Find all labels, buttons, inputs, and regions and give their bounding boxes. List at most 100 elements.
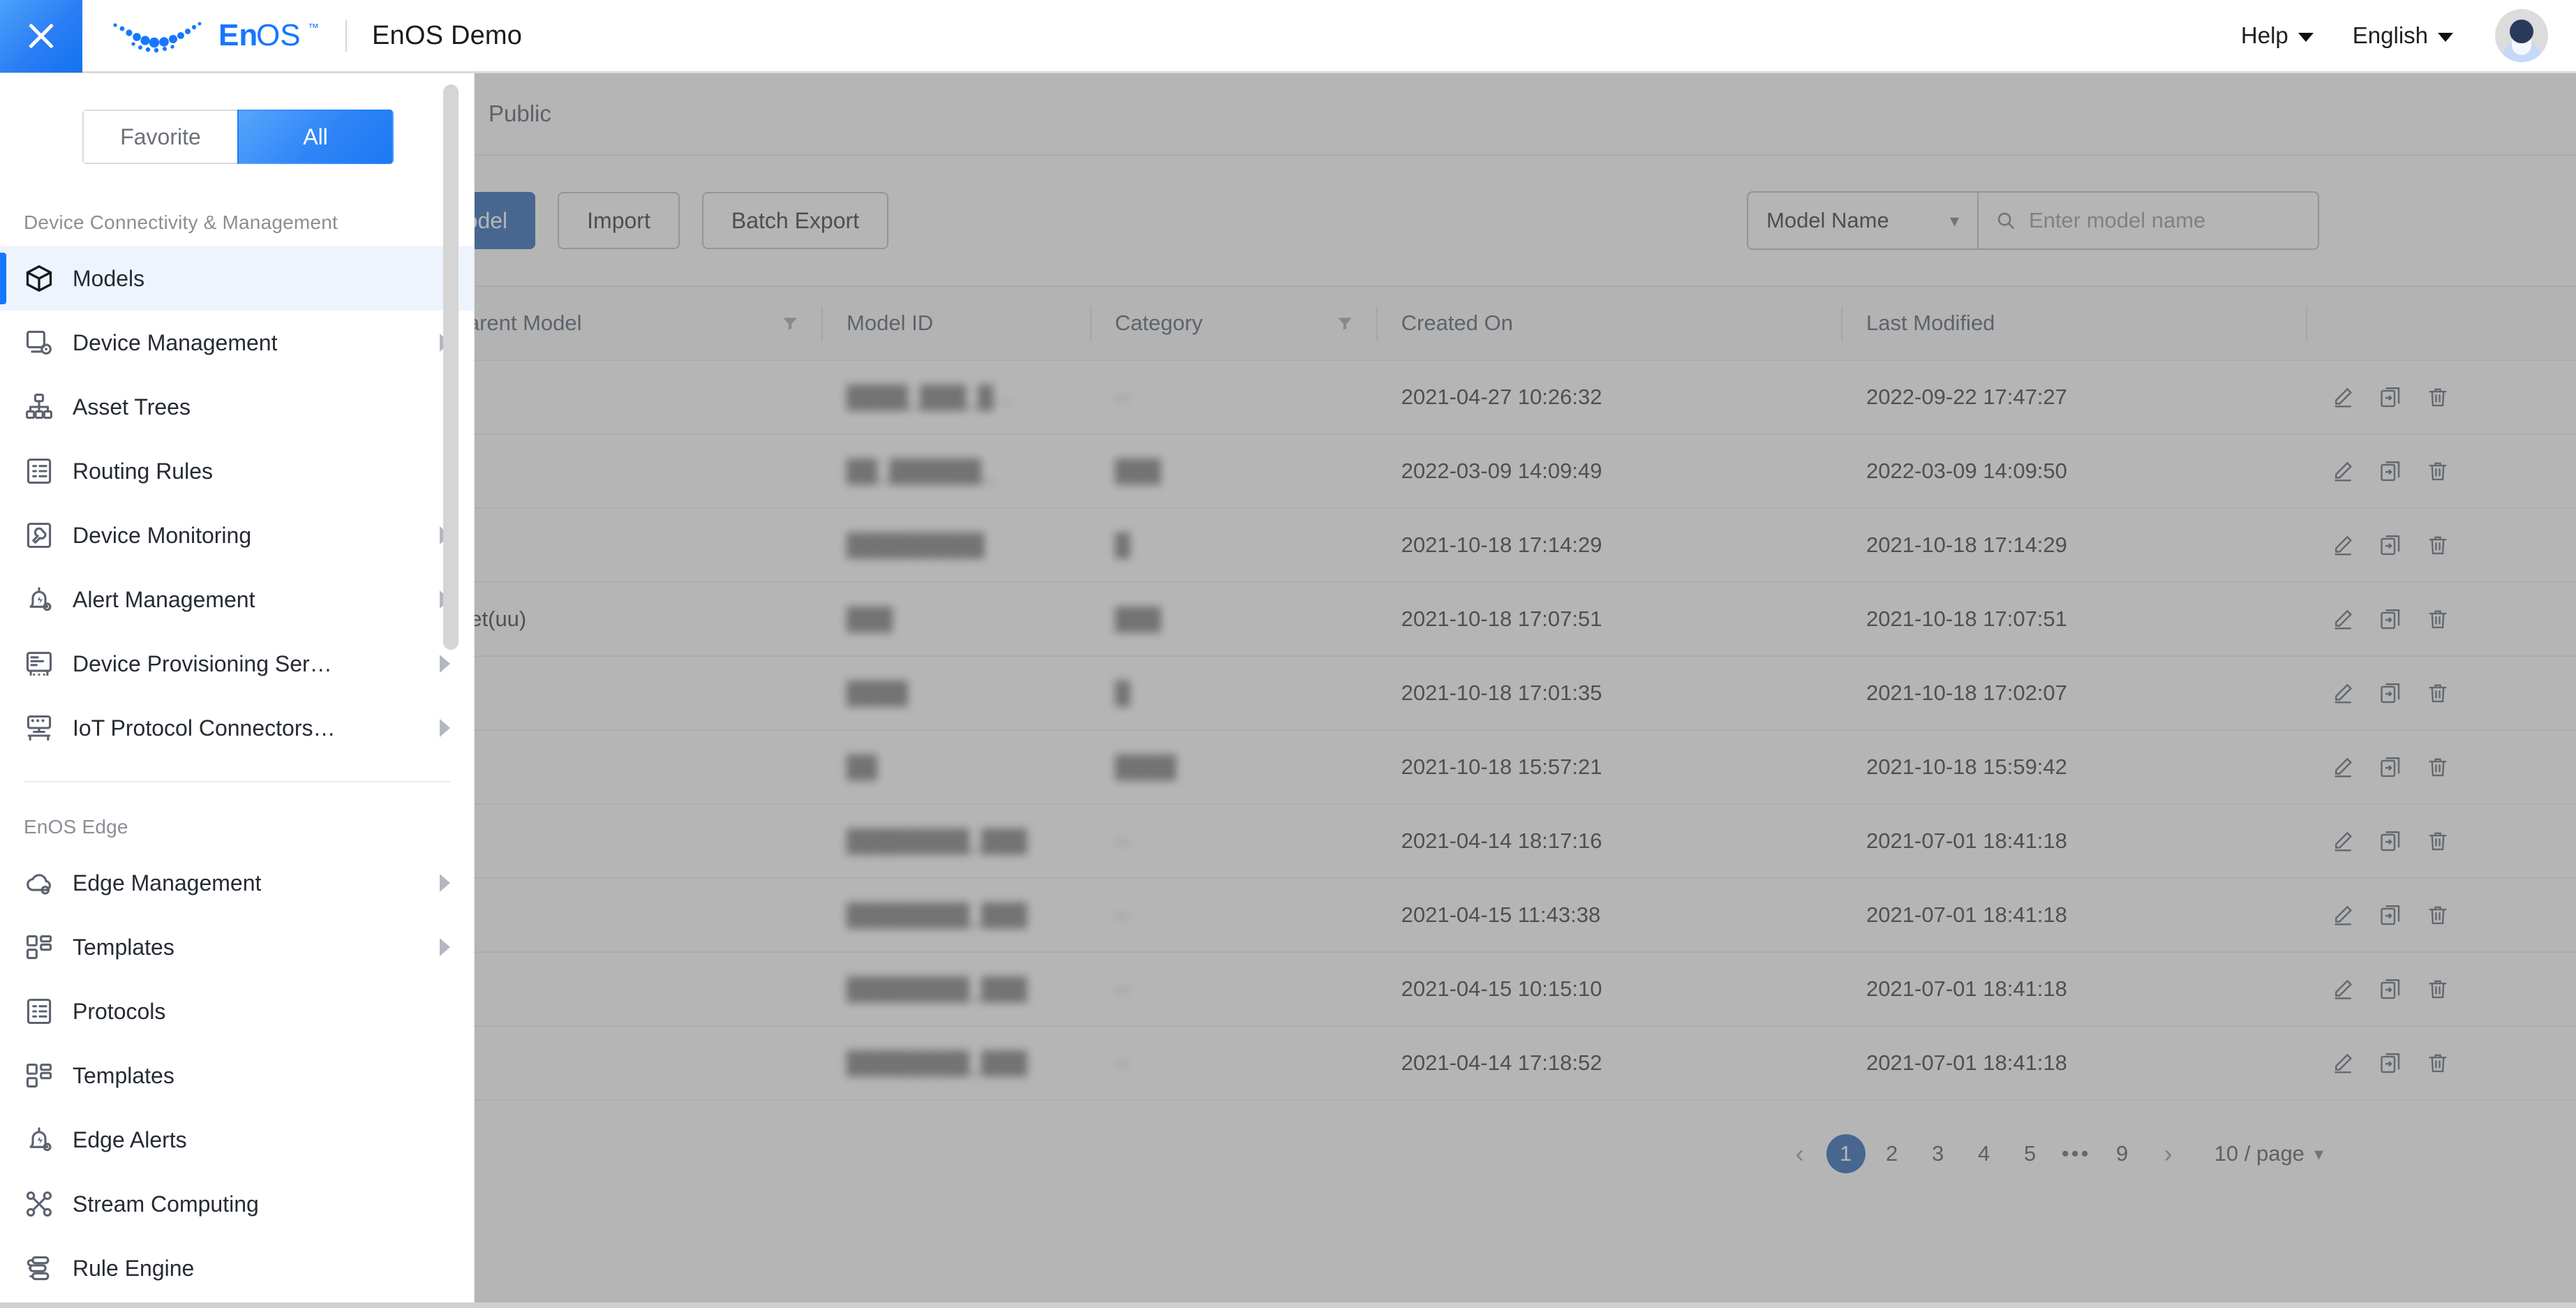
filter-icon[interactable] <box>1336 314 1354 332</box>
search-field-select[interactable]: Model Name ▾ <box>1747 191 1977 250</box>
delete-icon[interactable] <box>2426 459 2450 483</box>
sidebar-item-rule-engine[interactable]: Rule Engine <box>0 1236 474 1300</box>
edit-icon[interactable] <box>2331 1051 2355 1075</box>
duplicate-icon[interactable] <box>2378 459 2402 483</box>
redacted-value: -- <box>1115 976 1130 1001</box>
cell-parent-model: -- <box>429 878 824 953</box>
language-menu[interactable]: English <box>2333 22 2473 49</box>
sidebar-item-alert-management[interactable]: Alert Management <box>0 567 474 632</box>
sidebar-item-device-management[interactable]: Device Management <box>0 311 474 375</box>
cloud-gear-icon <box>24 868 54 898</box>
sidebar-item-edge-management[interactable]: Edge Management <box>0 851 474 915</box>
tab-public[interactable]: Public <box>489 101 551 127</box>
duplicate-icon[interactable] <box>2378 977 2402 1001</box>
page-button-5[interactable]: 5 <box>2011 1134 2050 1173</box>
edit-icon[interactable] <box>2331 755 2355 779</box>
tenant-name: EnOS Demo <box>372 20 523 50</box>
delete-icon[interactable] <box>2426 607 2450 631</box>
delete-icon[interactable] <box>2426 385 2450 409</box>
cell-category: █ <box>1091 656 1378 731</box>
cell-model-id: ████████_███ <box>823 1026 1092 1101</box>
delete-icon[interactable] <box>2426 903 2450 927</box>
page-button-2[interactable]: 2 <box>1873 1134 1912 1173</box>
batch-export-button[interactable]: Batch Export <box>701 192 889 249</box>
duplicate-icon[interactable] <box>2378 533 2402 557</box>
sidebar-item-device-monitoring[interactable]: Device Monitoring <box>0 503 474 567</box>
avatar[interactable] <box>2495 9 2548 62</box>
sidebar-item-models[interactable]: Models <box>0 246 474 311</box>
search-input-wrapper[interactable]: Enter model name <box>1977 191 2319 250</box>
duplicate-icon[interactable] <box>2378 385 2402 409</box>
sidebar-item-device-provisioning-ser[interactable]: Device Provisioning Ser… <box>0 632 474 696</box>
sidebar-item-protocols[interactable]: Protocols <box>0 979 474 1043</box>
sidebar-item-edge-alerts[interactable]: Edge Alerts <box>0 1108 474 1172</box>
edit-icon[interactable] <box>2331 829 2355 853</box>
delete-icon[interactable] <box>2426 829 2450 853</box>
chevron-down-icon <box>2438 32 2453 42</box>
sidebar-item-label: Protocols <box>73 998 166 1024</box>
page-size-select[interactable]: 10 / page ▾ <box>2214 1141 2323 1166</box>
redacted-value: ████ <box>1115 755 1177 779</box>
cell-created-on: 2021-10-18 17:01:35 <box>1377 656 1843 731</box>
page-ellipsis[interactable]: ••• <box>2057 1134 2096 1173</box>
next-page-button[interactable]: › <box>2149 1134 2188 1173</box>
cell-category: ████ <box>1091 730 1378 805</box>
duplicate-icon[interactable] <box>2378 829 2402 853</box>
delete-icon[interactable] <box>2426 1051 2450 1075</box>
sidebar-item-iot-protocol-connectors[interactable]: IoT Protocol Connectors… <box>0 696 474 760</box>
col-header-last-modified[interactable]: Last Modified <box>1842 285 2308 361</box>
edit-icon[interactable] <box>2331 681 2355 705</box>
list-doc-icon <box>24 456 54 486</box>
delete-icon[interactable] <box>2426 681 2450 705</box>
nav-group-label: EnOS Edge <box>24 816 128 838</box>
cell-last-modified: 2021-10-18 17:07:51 <box>1842 582 2308 657</box>
edit-icon[interactable] <box>2331 533 2355 557</box>
edit-icon[interactable] <box>2331 903 2355 927</box>
sidebar-item-routing-rules[interactable]: Routing Rules <box>0 439 474 503</box>
duplicate-icon[interactable] <box>2378 755 2402 779</box>
page-button-4[interactable]: 4 <box>1965 1134 2004 1173</box>
cell-category: -- <box>1091 360 1378 435</box>
help-menu[interactable]: Help <box>2221 22 2333 49</box>
duplicate-icon[interactable] <box>2378 607 2402 631</box>
segment-all[interactable]: All <box>237 110 394 164</box>
col-header-parent-model[interactable]: Parent Model <box>429 285 824 361</box>
duplicate-icon[interactable] <box>2378 903 2402 927</box>
search-input[interactable]: Enter model name <box>2029 208 2205 233</box>
cell-parent-model: -- <box>429 1026 824 1101</box>
cell-last-modified: 2022-03-09 14:09:50 <box>1842 434 2308 509</box>
cell-actions <box>2307 804 2576 879</box>
sidebar-item-templates[interactable]: Templates <box>0 1043 474 1108</box>
page-button-last[interactable]: 9 <box>2103 1134 2142 1173</box>
col-header-model-id[interactable]: Model ID <box>823 285 1092 361</box>
sidebar-item-label: Templates <box>73 934 174 960</box>
edit-icon[interactable] <box>2331 385 2355 409</box>
delete-icon[interactable] <box>2426 533 2450 557</box>
segment-favorite[interactable]: Favorite <box>82 110 237 164</box>
col-header-category[interactable]: Category <box>1091 285 1378 361</box>
edit-icon[interactable] <box>2331 459 2355 483</box>
sidebar-item-asset-trees[interactable]: Asset Trees <box>0 375 474 439</box>
sidebar-item-templates[interactable]: Templates <box>0 915 474 979</box>
close-drawer-button[interactable] <box>0 0 82 73</box>
cell-parent-model: -- <box>429 656 824 731</box>
cell-created-on: 2021-04-27 10:26:32 <box>1377 360 1843 435</box>
edit-icon[interactable] <box>2331 977 2355 1001</box>
prev-page-button[interactable]: ‹ <box>1780 1134 1819 1173</box>
col-header-created-on[interactable]: Created On <box>1377 285 1843 361</box>
filter-icon[interactable] <box>781 314 799 332</box>
duplicate-icon[interactable] <box>2378 681 2402 705</box>
page-button-1[interactable]: 1 <box>1826 1134 1866 1173</box>
redacted-value: ████████_███ <box>847 976 1027 1001</box>
edit-icon[interactable] <box>2331 607 2355 631</box>
delete-icon[interactable] <box>2426 755 2450 779</box>
cell-parent-model: -- <box>429 360 824 435</box>
duplicate-icon[interactable] <box>2378 1051 2402 1075</box>
sidebar-item-stream-computing[interactable]: Stream Computing <box>0 1172 474 1236</box>
import-button[interactable]: Import <box>558 192 680 249</box>
page-button-3[interactable]: 3 <box>1919 1134 1958 1173</box>
delete-icon[interactable] <box>2426 977 2450 1001</box>
drawer-scrollbar[interactable] <box>443 84 459 650</box>
brand-divider <box>345 20 347 52</box>
enos-wordmark-icon: En OS ™ <box>218 18 319 52</box>
